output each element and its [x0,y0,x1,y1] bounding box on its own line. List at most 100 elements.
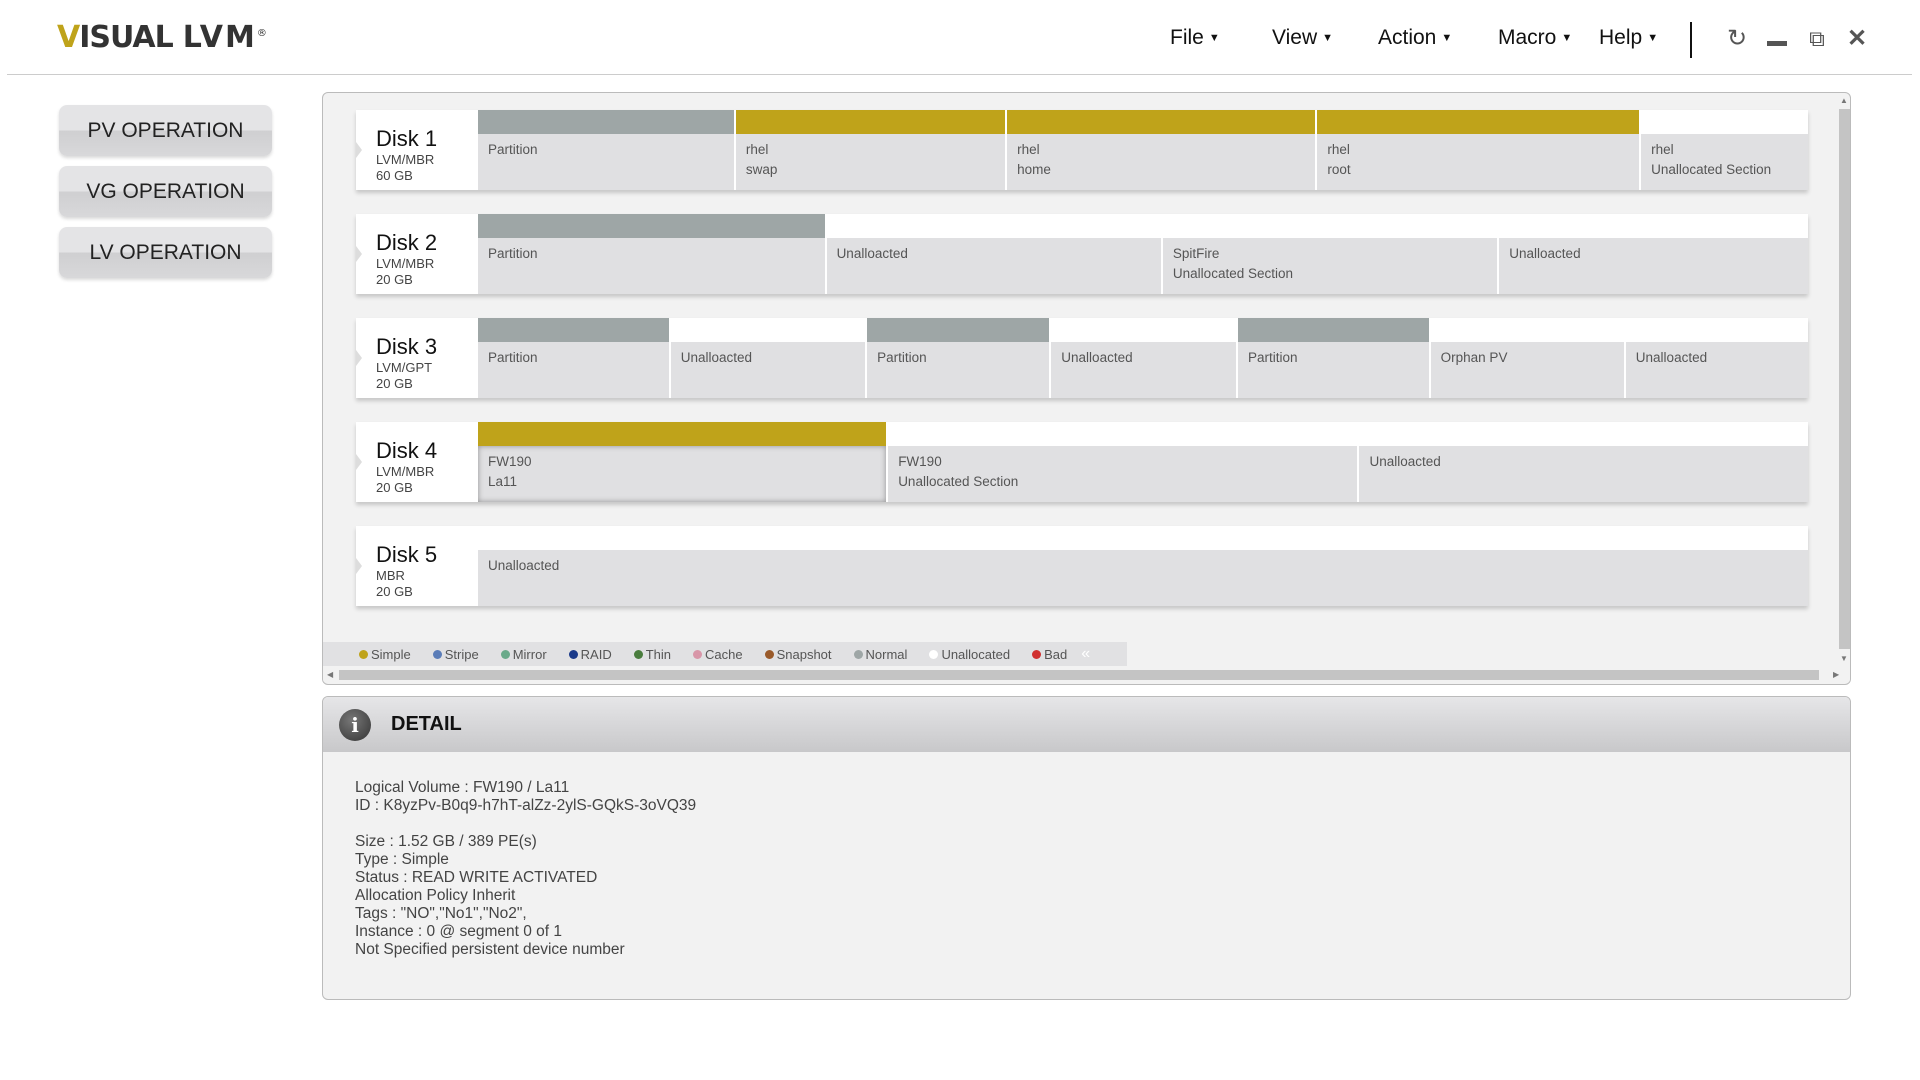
legend-item-normal: Normal [853,647,907,662]
disk-segment[interactable]: Unalloacted [478,526,1808,606]
disk-segments: Partition Unalloacted Partition Unalloacted… [478,318,1809,398]
segment-line1: Partition [488,246,538,261]
close-icon[interactable]: ✕ [1844,26,1870,52]
caret-down-icon: ▼ [1208,32,1220,44]
disk-name: Disk 4 [376,438,438,463]
disk-label[interactable]: Disk 2 LVM/MBR 20 GB [356,214,478,294]
menu-help[interactable]: Help ▼ [1599,26,1658,50]
disk-segment[interactable]: rhel Unallocated Section [1641,110,1809,190]
disk-segment[interactable]: Partition [867,318,1052,398]
restore-icon[interactable]: ⧉ [1804,26,1830,52]
segment-type-bar [478,318,669,342]
segment-label: rhel root [1317,134,1640,190]
segment-label: rhel swap [735,134,1006,190]
scroll-down-icon[interactable]: ▼ [1840,654,1848,663]
segment-label: Partition [478,342,669,398]
disk-label[interactable]: Disk 3 LVM/GPT 20 GB [356,318,478,398]
segment-label: Unalloacted [670,342,866,398]
expand-arrow-icon[interactable] [356,454,362,470]
expand-arrow-icon[interactable] [356,350,362,366]
disk-segment[interactable]: Partition [478,110,736,190]
menu-view[interactable]: View ▼ [1272,26,1333,50]
caret-down-icon: ▼ [1647,32,1659,44]
disk-type: LVM/MBR [376,152,435,167]
legend-label: Snapshot [776,646,832,662]
expand-arrow-icon[interactable] [356,142,362,158]
scroll-up-icon[interactable]: ▲ [1840,96,1848,105]
menu-macro[interactable]: Macro ▼ [1498,26,1572,50]
horizontal-scrollbar[interactable]: ◀ ▶ [323,668,1850,682]
detail-line: Size : 1.52 GB / 389 PE(s) [355,833,537,850]
caret-down-icon: ▼ [1441,32,1453,44]
menu-file[interactable]: File ▼ [1170,26,1220,50]
segment-label: FW190 Unallocated Section [888,446,1358,502]
detail-body: Logical Volume : FW190 / La11 ID : K8yzPv… [323,752,1850,959]
vg-operation-button[interactable]: VG OPERATION [59,166,272,217]
segment-line1: rhel [1017,142,1040,157]
segment-line1: rhel [1651,142,1674,157]
disk-label[interactable]: Disk 4 LVM/MBR 20 GB [356,422,478,502]
disk-segment[interactable]: Partition [1237,318,1431,398]
segment-line1: Unalloacted [1509,246,1581,261]
horizontal-scroll-thumb[interactable] [339,670,1819,680]
disk-label[interactable]: Disk 5 MBR 20 GB [356,526,478,606]
disk-segment[interactable]: Unalloacted [826,214,1163,294]
detail-line: Instance : 0 @ segment 0 of 1 [355,923,563,940]
segment-type-bar [1430,318,1624,342]
scroll-left-icon[interactable]: ◀ [327,670,333,679]
legend-label: Stripe [444,646,479,662]
segment-type-bar [670,318,866,342]
segment-line1: Partition [488,142,538,157]
minimize-icon[interactable] [1764,26,1790,52]
scroll-right-icon[interactable]: ▶ [1833,670,1839,679]
expand-arrow-icon[interactable] [356,246,362,262]
disk-segment[interactable]: rhel root [1317,110,1642,190]
vertical-scrollbar[interactable]: ▲ ▼ [1837,93,1850,668]
segment-line1: Unalloacted [836,246,908,261]
segment-line2: swap [745,162,778,177]
disk-segment[interactable]: Unalloacted [1051,318,1238,398]
segment-label: Unalloacted [1625,342,1809,398]
disk-segment[interactable]: SpitFire Unallocated Section [1162,214,1500,294]
legend-dot [633,649,643,659]
vertical-scroll-thumb[interactable] [1839,109,1850,649]
disk-segment[interactable]: FW190 Unallocated Section [888,422,1360,502]
segment-type-bar [826,214,1161,238]
detail-line: Tags : "NO","No1","No2", [355,905,527,922]
lv-operation-button[interactable]: LV OPERATION [59,227,272,278]
disk-label[interactable]: Disk 1 LVM/MBR 60 GB [356,110,478,190]
detail-line: Status : READ WRITE ACTIVATED [355,869,598,886]
legend-item-snapshot: Snapshot [764,646,832,662]
expand-arrow-icon[interactable] [356,558,362,574]
segment-label: Partition [478,134,734,190]
disk-segment[interactable]: Unalloacted [670,318,868,398]
disk-segment[interactable]: Unalloacted [1359,422,1808,502]
pv-operation-button[interactable]: PV OPERATION [59,105,272,156]
segment-line1: Partition [877,350,927,365]
caret-down-icon: ▼ [1561,32,1573,44]
disk-size: 20 GB [376,376,413,391]
segment-line1: Unalloacted [1061,350,1133,365]
disk-segment[interactable]: rhel swap [735,110,1008,190]
segment-line1: Partition [488,350,538,365]
segment-type-bar [478,422,887,446]
disk-segment[interactable]: Orphan PV [1430,318,1626,398]
legend-dot [568,649,578,659]
disk-segment[interactable]: Unalloacted [1499,214,1809,294]
disk-name: Disk 1 [376,126,438,151]
collapse-legend-icon[interactable]: « [1081,645,1090,663]
segment-label: rhel home [1007,134,1316,190]
disk-segment[interactable]: rhel home [1007,110,1318,190]
segment-type-bar [478,214,825,238]
refresh-icon[interactable]: ↻ [1724,26,1750,52]
disk-segment[interactable]: FW190 La11 [478,422,889,502]
disk-segment[interactable]: Partition [478,214,827,294]
segment-type-bar [1499,214,1809,238]
menu-action[interactable]: Action ▼ [1378,26,1452,50]
disk-segment[interactable]: Unalloacted [1625,318,1809,398]
legend-label: Mirror [512,646,547,662]
detail-line: ID : K8yzPv-B0q9-h7hT-alZz-2ylS-GQkS-3oV… [355,797,697,814]
segment-label: Orphan PV [1430,342,1624,398]
disk-segment[interactable]: Partition [478,318,671,398]
segment-line1: FW190 [898,454,942,469]
